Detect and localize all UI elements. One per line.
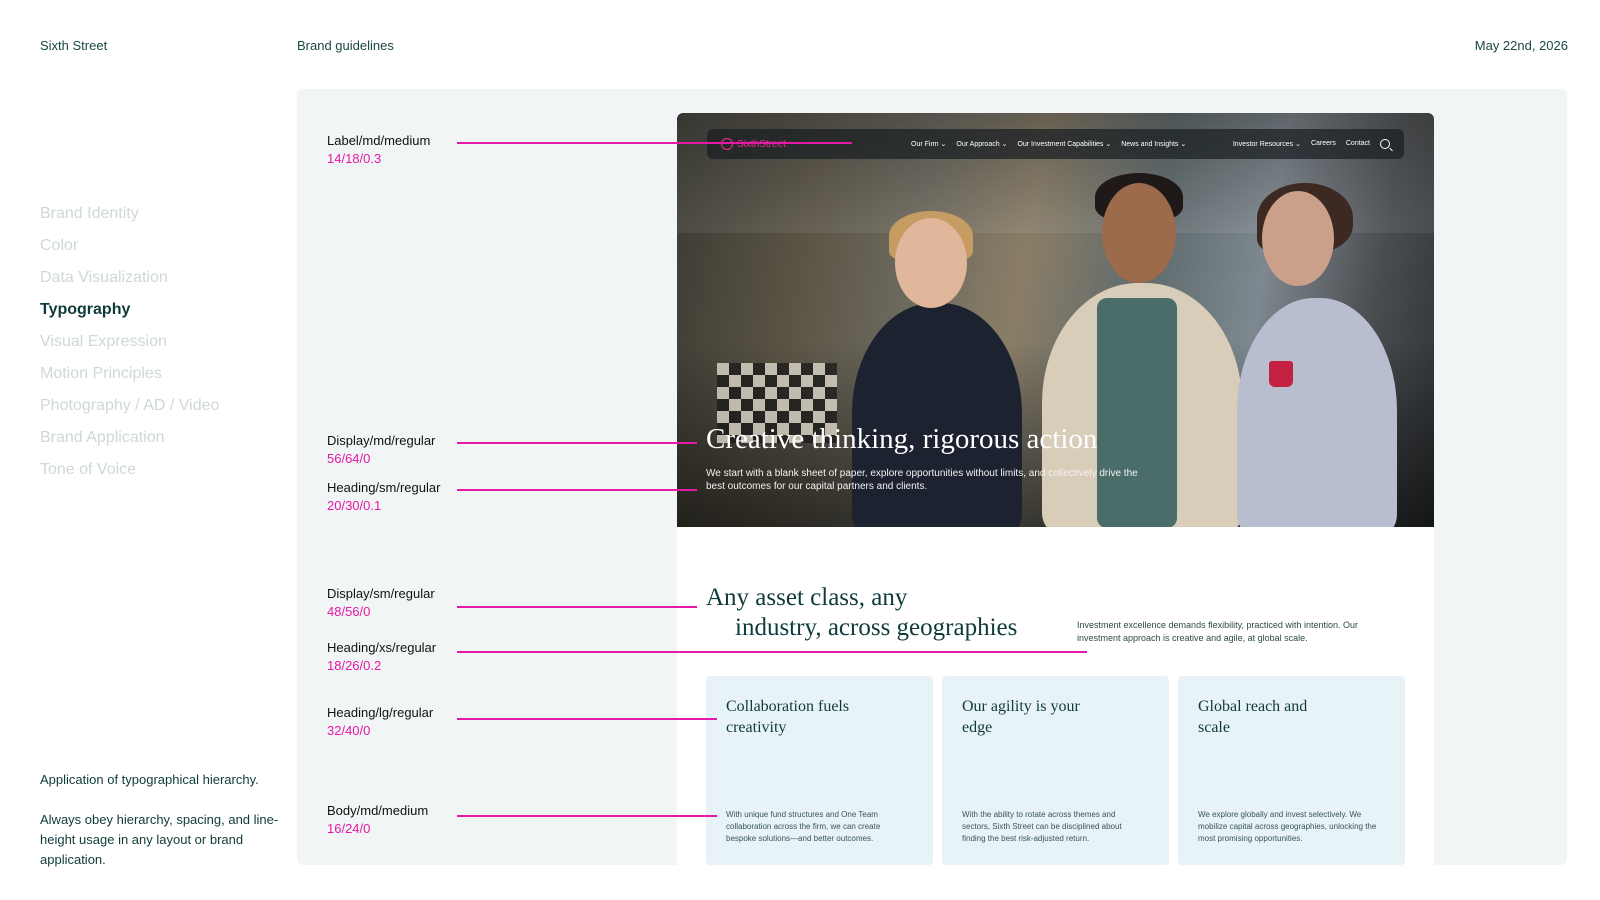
spec-name: Body/md/medium (327, 803, 429, 818)
leader-line (457, 606, 697, 608)
sidebar-item-photography[interactable]: Photography / AD / Video (40, 396, 219, 428)
card-body: With unique fund structures and One Team… (726, 810, 881, 843)
section-title-line-1: Any asset class, any (706, 584, 908, 611)
sidebar-item-motion-principles[interactable]: Motion Principles (40, 364, 219, 396)
nav-our-approach[interactable]: Our Approach ⌄ (956, 140, 1007, 148)
section-body: Investment excellence demands flexibilit… (1077, 620, 1358, 643)
hero-title: Creative thinking, rigorous action (706, 423, 1098, 455)
document-title: Brand guidelines (297, 38, 394, 53)
feature-card: Collaboration fuels creativity With uniq… (706, 676, 933, 865)
card-body: With the ability to rotate across themes… (962, 810, 1122, 843)
card-title: Global reach and scale (1198, 698, 1308, 736)
brand-name: Sixth Street (40, 38, 108, 53)
hero-photo-person (852, 303, 1022, 527)
spec-name: Display/md/regular (327, 433, 436, 448)
sidebar-item-data-visualization[interactable]: Data Visualization (40, 268, 219, 300)
sidebar-item-brand-identity[interactable]: Brand Identity (40, 204, 219, 236)
typography-panel: SixthStreet Our Firm ⌄ Our Approach ⌄ Ou… (297, 89, 1567, 865)
site-logo[interactable]: SixthStreet (721, 138, 911, 150)
sidebar-item-typography[interactable]: Typography (40, 300, 219, 332)
hero-photo-person (1237, 298, 1397, 527)
leader-line (457, 142, 852, 144)
spec-name: Heading/xs/regular (327, 640, 437, 655)
section-title: Any asset class, any industry, across ge… (706, 583, 1017, 643)
logo-text: SixthStreet (737, 138, 786, 150)
leader-line (457, 718, 717, 720)
spec-display-sm-regular: Display/sm/regular 48/56/0 (327, 585, 435, 621)
document-date: May 22nd, 2026 (1474, 38, 1568, 53)
leader-line (457, 815, 717, 817)
spec-name: Display/sm/regular (327, 586, 435, 601)
leader-line (457, 651, 1087, 653)
hero-body: We start with a blank sheet of paper, ex… (706, 468, 1138, 492)
nav-investor-resources[interactable]: Investor Resources ⌄ (1233, 140, 1301, 148)
nav-our-firm[interactable]: Our Firm ⌄ (911, 140, 946, 148)
spec-name: Heading/sm/regular (327, 480, 441, 495)
spec-value: 18/26/0.2 (327, 658, 382, 673)
hero-section: SixthStreet Our Firm ⌄ Our Approach ⌄ Ou… (677, 113, 1434, 527)
nav-contact[interactable]: Contact (1346, 140, 1370, 148)
sidebar-item-visual-expression[interactable]: Visual Expression (40, 332, 219, 364)
sidebar-item-tone-of-voice[interactable]: Tone of Voice (40, 460, 219, 492)
sidebar-nav: Brand Identity Color Data Visualization … (40, 204, 219, 492)
nav-investment-capabilities[interactable]: Our Investment Capabilities ⌄ (1017, 140, 1111, 148)
feature-card: Our agility is your edge With the abilit… (942, 676, 1169, 865)
spec-body-md-medium: Body/md/medium 16/24/0 (327, 802, 428, 838)
spec-name: Label/md/medium (327, 133, 431, 148)
spec-value: 56/64/0 (327, 451, 371, 466)
spec-value: 32/40/0 (327, 723, 371, 738)
spec-value: 14/18/0.3 (327, 151, 382, 166)
search-icon[interactable] (1380, 139, 1390, 149)
card-title: Collaboration fuels creativity (726, 698, 850, 736)
nav-links-right: Investor Resources ⌄ Careers Contact (1233, 140, 1370, 148)
section-title-line-2: industry, across geographies (735, 614, 1018, 641)
feature-card: Global reach and scale We explore global… (1178, 676, 1405, 865)
leader-line (457, 489, 697, 491)
caption-note: Application of typographical hierarchy. (40, 772, 259, 787)
nav-careers[interactable]: Careers (1311, 140, 1336, 148)
sidebar-item-brand-application[interactable]: Brand Application (40, 428, 219, 460)
sidebar-item-color[interactable]: Color (40, 236, 219, 268)
logo-icon (721, 138, 733, 150)
website-mockup: SixthStreet Our Firm ⌄ Our Approach ⌄ Ou… (677, 113, 1434, 865)
card-title: Our agility is your edge (962, 698, 1080, 736)
nav-links-left: Our Firm ⌄ Our Approach ⌄ Our Investment… (911, 140, 1186, 148)
coffee-cup (1269, 361, 1293, 387)
spec-name: Heading/lg/regular (327, 705, 434, 720)
spec-label-md-medium: Label/md/medium 14/18/0.3 (327, 132, 430, 168)
guidance-note: Always obey hierarchy, spacing, and line… (40, 812, 279, 867)
card-body: We explore globally and invest selective… (1198, 810, 1377, 843)
spec-value: 16/24/0 (327, 821, 371, 836)
spec-value: 20/30/0.1 (327, 498, 382, 513)
spec-value: 48/56/0 (327, 604, 371, 619)
spec-heading-xs-regular: Heading/xs/regular 18/26/0.2 (327, 639, 436, 675)
feature-cards: Collaboration fuels creativity With uniq… (706, 676, 1405, 865)
spec-heading-lg-regular: Heading/lg/regular 32/40/0 (327, 704, 433, 740)
spec-display-md-regular: Display/md/regular 56/64/0 (327, 432, 435, 468)
leader-line (457, 442, 697, 444)
nav-news-insights[interactable]: News and Insights ⌄ (1121, 140, 1186, 148)
site-navbar: SixthStreet Our Firm ⌄ Our Approach ⌄ Ou… (707, 129, 1404, 159)
spec-heading-sm-regular: Heading/sm/regular 20/30/0.1 (327, 479, 440, 515)
